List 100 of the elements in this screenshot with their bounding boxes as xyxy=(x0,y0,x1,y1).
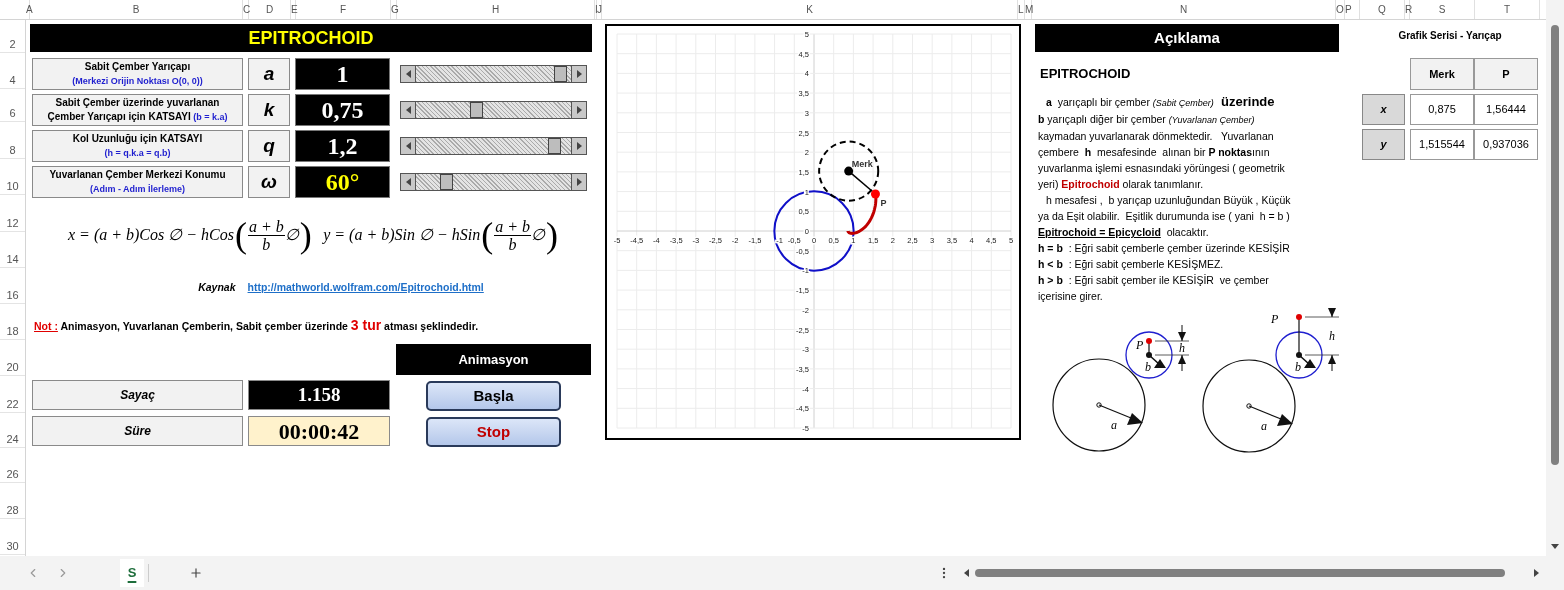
diagram-label: a xyxy=(1111,418,1117,432)
counter-value: 1.158 xyxy=(248,380,390,410)
rolling-circle xyxy=(818,140,880,202)
column-header[interactable]: S xyxy=(1438,2,1446,17)
column-header[interactable]: O xyxy=(1336,2,1344,17)
slider-thumb[interactable] xyxy=(553,66,567,82)
row-header[interactable]: 4 xyxy=(9,74,16,87)
row-header[interactable]: 18 xyxy=(6,325,19,338)
row-header[interactable]: 2 xyxy=(9,38,16,51)
column-header[interactable]: Q xyxy=(1378,2,1386,17)
note-text: Not : Animasyon, Yuvarlanan Çemberin, Sabit çember üzerinde 3 tur atması şeklindedir. xyxy=(33,316,480,334)
slider-arrow-button[interactable] xyxy=(401,174,416,190)
sheet-tab[interactable]: S xyxy=(120,559,144,587)
column-header[interactable]: R xyxy=(1405,2,1413,17)
slider-thumb[interactable] xyxy=(440,174,454,190)
column-header[interactable]: C xyxy=(243,2,251,17)
add-sheet-icon[interactable] xyxy=(189,566,203,580)
point-label: P xyxy=(880,197,887,208)
table-cell: 1,56444 xyxy=(1474,94,1538,125)
slider-arrow-button[interactable] xyxy=(571,138,586,154)
description-paragraph: h mesafesi , b yarıçap uzunluğundan Büyük , Küçük ya da Eşit olabilir. Eşitlik durumunda ise ( yani h = b ) Epitrochoid = Epicycloid olacaktır. xyxy=(1038,193,1292,240)
point-label: Merk xyxy=(851,159,873,170)
source-link[interactable]: http://mathworld.wolfram.com/Epitrochoid.html xyxy=(247,280,484,296)
scroll-down-icon xyxy=(1550,543,1560,550)
row-header[interactable]: 6 xyxy=(9,107,16,120)
description-paragraph: h > b : Eğri sabit çember ile KESİŞİR ve çember içerisine girer. xyxy=(1038,273,1270,304)
column-header[interactable]: B xyxy=(132,2,140,17)
table-cell: 0,875 xyxy=(1410,94,1474,125)
column-header[interactable]: D xyxy=(265,2,274,17)
left-arrow-icon xyxy=(404,69,412,79)
row-header[interactable]: 16 xyxy=(6,289,19,302)
row-header[interactable]: 22 xyxy=(6,398,19,411)
slider[interactable] xyxy=(400,137,587,155)
counter-value: 00:00:42 xyxy=(248,416,390,446)
diagram-label: h xyxy=(1329,329,1335,343)
description-paragraph: h < b : Eğri sabit çemberle KESİŞMEZ. xyxy=(1038,257,1225,272)
row-header[interactable]: 28 xyxy=(6,504,19,517)
column-header[interactable]: M xyxy=(1025,2,1034,17)
parameter-value: 1 xyxy=(295,58,390,90)
row-header[interactable]: 20 xyxy=(6,361,19,374)
column-header[interactable]: P xyxy=(1345,2,1352,17)
row-header[interactable]: 10 xyxy=(6,180,19,193)
diagram-label: h xyxy=(1179,341,1185,355)
left-arrow-icon xyxy=(404,177,412,187)
slider-arrow-button[interactable] xyxy=(571,66,586,82)
sheet-title: EPITROCHOID xyxy=(30,24,592,52)
parameter-label: Yuvarlanan Çember Merkezi Konumu (Adım - Adım İlerleme) xyxy=(32,166,243,198)
counter-label: Süre xyxy=(32,416,243,446)
parameter-symbol: k xyxy=(248,94,290,126)
row-header[interactable]: 26 xyxy=(6,468,19,481)
row-header[interactable]: 12 xyxy=(6,217,19,230)
diagram-label: b xyxy=(1295,360,1301,374)
description-heading: EPITROCHOID xyxy=(1039,66,1132,82)
animation-header: Animasyon xyxy=(396,344,591,375)
right-arrow-icon xyxy=(575,177,583,187)
slider-arrow-button[interactable] xyxy=(571,174,586,190)
column-header[interactable]: L xyxy=(1018,2,1024,17)
row-header[interactable]: 24 xyxy=(6,433,19,446)
vertical-scrollbar-thumb[interactable] xyxy=(1551,25,1559,465)
column-header[interactable]: G xyxy=(391,2,399,17)
slider-thumb[interactable] xyxy=(469,102,483,118)
slider-arrow-button[interactable] xyxy=(571,102,586,118)
slider-arrow-button[interactable] xyxy=(401,138,416,154)
start-button[interactable]: Başla xyxy=(426,381,561,411)
row-header[interactable]: 30 xyxy=(6,540,19,553)
parameter-value: 1,2 xyxy=(295,130,390,162)
horizontal-scrollbar-thumb[interactable] xyxy=(975,569,1505,577)
column-header[interactable]: T xyxy=(1503,2,1511,17)
column-header[interactable]: J xyxy=(597,2,602,17)
description-paragraph: h = b : Eğri sabit çemberle çember üzerinde KESİŞİR xyxy=(1038,241,1291,256)
column-header[interactable]: K xyxy=(806,2,813,17)
parameter-label: Kol Uzunluğu için KATSAYI (h = q.k.a = q.b) xyxy=(32,130,243,162)
diagram-label: a xyxy=(1261,419,1267,433)
slider-thumb[interactable] xyxy=(548,138,562,154)
parameter-value: 60° xyxy=(295,166,390,198)
right-arrow-icon xyxy=(575,141,583,151)
scroll-left-icon xyxy=(963,568,970,578)
column-header[interactable]: H xyxy=(491,2,500,17)
diagram-label: P xyxy=(1136,338,1144,352)
stop-button[interactable]: Stop xyxy=(426,417,561,447)
parameter-label: Sabit Çember üzerinde yuvarlanan Çember Yarıçapı için KATSAYI (b = k.a) xyxy=(32,94,243,126)
description-paragraph: a yarıçaplı bir çember (Sabit Çember) üzerinde b yarıçaplı diğer bir çember (Yuvarlanan Çember) kaymadan yuvarlanarak dönmektedir. Yuvarlanan çembere h mesafesinde alınan bir P noktasının yuvarlanma işlemi esnasındaki yörüngesi ( geometrik yeri) Epitrochoid olarak tanımlanır. xyxy=(1038,94,1286,192)
diagram-label: b xyxy=(1145,360,1151,374)
row-header[interactable]: 14 xyxy=(6,253,19,266)
slider[interactable] xyxy=(400,65,587,83)
source-label: Kaynak xyxy=(198,280,236,296)
right-arrow-icon xyxy=(575,69,583,79)
column-header[interactable]: I xyxy=(595,2,598,17)
column-header[interactable]: E xyxy=(291,2,298,17)
column-header[interactable]: A xyxy=(26,2,33,17)
column-header[interactable]: F xyxy=(339,2,347,17)
parameter-symbol: q xyxy=(248,130,290,162)
slider-arrow-button[interactable] xyxy=(401,102,416,118)
slider[interactable] xyxy=(400,173,587,191)
slider[interactable] xyxy=(400,101,587,119)
column-header[interactable]: N xyxy=(1179,2,1188,17)
left-arrow-icon xyxy=(404,105,412,115)
slider-arrow-button[interactable] xyxy=(401,66,416,82)
scroll-right-icon xyxy=(1533,568,1540,578)
row-header[interactable]: 8 xyxy=(9,144,16,157)
